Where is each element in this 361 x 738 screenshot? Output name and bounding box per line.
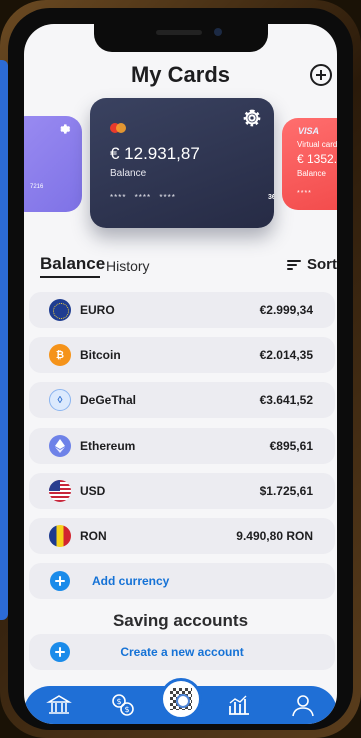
tab-history[interactable]: History (106, 258, 150, 274)
qr-code-icon (170, 688, 192, 710)
visa-logo: VISA (298, 126, 320, 136)
svg-text:$: $ (124, 705, 129, 714)
exchange-icon[interactable]: $ $ (110, 692, 136, 718)
card-number-mask: **** (297, 190, 312, 197)
card-purple[interactable]: 7216 (24, 116, 82, 212)
card-balance-label: Balance (110, 168, 147, 179)
currency-value: €3.641,52 (259, 393, 313, 407)
gear-icon[interactable] (58, 122, 72, 141)
list-item[interactable]: ◊ DeGeThal €3.641,52 (29, 382, 335, 418)
currency-name: EURO (80, 303, 115, 317)
front-camera (214, 28, 222, 36)
page-title: My Cards (130, 62, 231, 87)
card-virtual[interactable]: VISA Virtual card € 1352.2 Balance **** (282, 118, 337, 210)
currency-value: €2.999,34 (259, 303, 313, 317)
currency-name: RON (80, 529, 107, 543)
currency-name: DeGeThal (80, 393, 137, 407)
qr-scan-button[interactable] (160, 678, 202, 720)
svg-text:$: $ (116, 697, 121, 706)
bitcoin-icon: ₿ (49, 344, 71, 366)
app-screen: My Cards 7216 € 12.931,87 Balance **** *… (24, 24, 337, 724)
degethal-icon: ◊ (49, 389, 71, 411)
currency-value: €2.014,35 (259, 348, 313, 362)
card-number-tail: 7216 (30, 184, 44, 190)
create-account-button[interactable]: Create a new account (29, 634, 335, 670)
add-card-button[interactable] (310, 64, 332, 86)
card-type: Virtual card (297, 140, 337, 149)
us-flag-icon (49, 480, 71, 502)
currency-name: Ethereum (80, 439, 136, 453)
tab-active-indicator (40, 276, 100, 278)
plus-icon (50, 571, 70, 591)
stats-icon[interactable] (226, 692, 252, 718)
card-last-four: 3667 (268, 194, 274, 201)
section-title-saving: Saving accounts (112, 611, 249, 630)
currency-name: USD (80, 484, 106, 498)
notch (94, 24, 268, 52)
currency-value: €895,61 (269, 439, 313, 453)
list-item[interactable]: USD $1.725,61 (29, 473, 335, 509)
sort-label: Sort (307, 256, 337, 273)
background-app-strip (0, 60, 8, 620)
currency-value: $1.725,61 (259, 484, 313, 498)
sort-icon (287, 259, 301, 270)
ethereum-icon (49, 435, 71, 457)
euro-flag-icon (49, 299, 71, 321)
mastercard-logo-icon (110, 123, 126, 133)
list-item[interactable]: EURO €2.999,34 (29, 292, 335, 328)
list-item[interactable]: RON 9.490,80 RON (29, 518, 335, 554)
gear-icon[interactable] (242, 108, 262, 133)
speaker (156, 30, 202, 35)
card-amount: € 12.931,87 (110, 144, 200, 163)
currency-name: Bitcoin (80, 348, 121, 362)
bottom-nav: $ $ (24, 678, 337, 724)
tab-balance[interactable]: Balance (40, 254, 105, 274)
profile-icon[interactable] (290, 692, 316, 718)
add-currency-button[interactable]: Add currency (29, 563, 335, 599)
card-balance-label: Balance (297, 169, 326, 178)
sort-button[interactable]: Sort (287, 256, 337, 273)
card-number-mask: **** **** **** (110, 193, 176, 202)
card-amount: € 1352.2 (297, 152, 337, 166)
add-currency-label: Add currency (92, 574, 170, 588)
romania-flag-icon (49, 525, 71, 547)
card-main[interactable]: € 12.931,87 Balance **** **** **** 3667 (90, 98, 274, 228)
create-account-label: Create a new account (120, 645, 244, 659)
currency-value: 9.490,80 RON (236, 529, 313, 543)
list-item[interactable]: Ethereum €895,61 (29, 428, 335, 464)
bank-icon[interactable] (46, 692, 72, 718)
list-item[interactable]: ₿ Bitcoin €2.014,35 (29, 337, 335, 373)
